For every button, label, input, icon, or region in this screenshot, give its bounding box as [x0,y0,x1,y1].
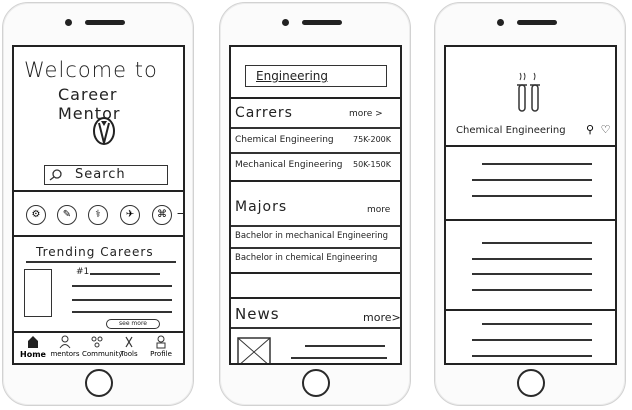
phone-frame-search-results: Engineering Carrers more > Chemical Engi… [219,2,411,406]
row-divider [231,247,400,249]
text-line [291,357,387,359]
text-line [472,195,592,197]
career-title: Chemical Engineering [456,125,566,136]
front-camera [65,19,72,26]
speaker-grille [517,20,557,25]
nav-profile[interactable]: Profile [146,335,176,358]
text-line [90,273,160,275]
text-line [472,258,592,260]
nav-tools-label: Tools [120,350,138,358]
nav-mentors-label: mentors [50,350,80,358]
nav-mentors[interactable]: mentors [50,335,80,358]
divider [14,235,183,237]
text-line [72,299,172,301]
heading-underline [26,261,176,263]
chevron-right-icon[interactable]: → [177,207,183,220]
major-row[interactable]: Bachelor in mechanical Engineering [235,231,388,241]
section-divider [231,272,400,274]
nav-home-label: Home [20,350,46,359]
text-line [472,273,592,275]
career-category-icon-3[interactable]: ⚕ [88,205,108,225]
search-results-screen: Engineering Carrers more > Chemical Engi… [229,45,402,365]
section-divider [231,180,400,182]
row-divider [231,127,400,129]
news-heading: News [235,305,280,323]
text-line [472,355,592,357]
career-category-icon-5[interactable]: ⌘ [152,205,172,225]
career-row-name[interactable]: Mechanical Engineering [235,160,343,170]
text-line [305,345,385,347]
career-category-icon-1[interactable]: ⚙ [26,205,46,225]
test-tubes-icon [517,72,540,112]
search-icon [49,169,62,181]
tools-icon [125,336,133,348]
text-line [472,289,592,291]
section-divider [446,309,615,311]
phone-frame-career-detail: Chemical Engineering ⚲ ♡ [434,2,626,406]
front-camera [497,19,504,26]
section-divider [446,145,615,147]
news-more-link[interactable]: more> [363,311,400,324]
section-divider [231,297,400,299]
app-name-heading: Career Mentor [58,85,121,123]
community-icon [91,336,103,348]
text-line [72,311,172,313]
career-detail-screen: Chemical Engineering ⚲ ♡ [444,45,617,365]
home-hardware-button[interactable] [302,369,330,397]
career-row-salary: 50K-150K [353,160,391,169]
career-row-salary: 75K-200K [353,135,391,144]
nav-home[interactable]: Home [18,335,48,359]
nav-divider [14,331,183,333]
heart-icon[interactable]: ♡ [601,123,611,136]
nav-tools[interactable]: Tools [114,335,144,358]
career-actions: ⚲ ♡ [586,123,610,136]
careers-more-link[interactable]: more > [349,109,383,119]
nav-community-label: Community [82,350,123,358]
trending-careers-heading: Trending Careers [36,245,154,259]
row-divider [231,152,400,154]
home-screen: Welcome to Career Mentor Search ⚙ ✎ ⚕ ✈ … [12,45,185,365]
see-more-button[interactable]: see more [106,319,160,329]
text-line [482,242,592,244]
app-logo-icon [93,117,115,145]
search-placeholder: Search [75,167,126,182]
nav-community[interactable]: Community [82,335,123,358]
home-hardware-button[interactable] [85,369,113,397]
text-line [482,163,592,165]
career-row-name[interactable]: Chemical Engineering [235,135,334,145]
search-input[interactable]: Engineering [245,65,387,87]
trending-rank: #1 [76,267,90,277]
row-divider [231,225,400,227]
speaker-grille [302,20,342,25]
row-divider [231,327,400,329]
profile-icon [156,335,166,349]
divider [231,97,400,99]
home-hardware-button[interactable] [517,369,545,397]
phone-frame-home: Welcome to Career Mentor Search ⚙ ✎ ⚕ ✈ … [2,2,194,406]
share-icon[interactable]: ⚲ [586,123,594,136]
career-image-placeholder[interactable] [24,269,52,317]
nav-profile-label: Profile [150,350,172,358]
search-query: Engineering [256,69,328,83]
career-category-icon-4[interactable]: ✈ [120,205,140,225]
divider [14,190,183,192]
section-divider [446,219,615,221]
mentors-icon [59,335,71,349]
news-image-placeholder[interactable] [237,337,271,365]
majors-more-link[interactable]: more [367,205,390,215]
front-camera [282,19,289,26]
home-icon [28,336,38,348]
careers-heading: Carrers [235,105,293,121]
text-line [482,323,592,325]
search-input[interactable]: Search [44,165,168,185]
majors-heading: Majors [235,199,288,215]
welcome-heading: Welcome to [24,58,158,82]
text-line [72,285,172,287]
major-row[interactable]: Bachelor in chemical Engineering [235,253,377,263]
text-line [472,179,592,181]
career-category-icon-2[interactable]: ✎ [57,205,77,225]
speaker-grille [85,20,125,25]
text-line [472,339,592,341]
